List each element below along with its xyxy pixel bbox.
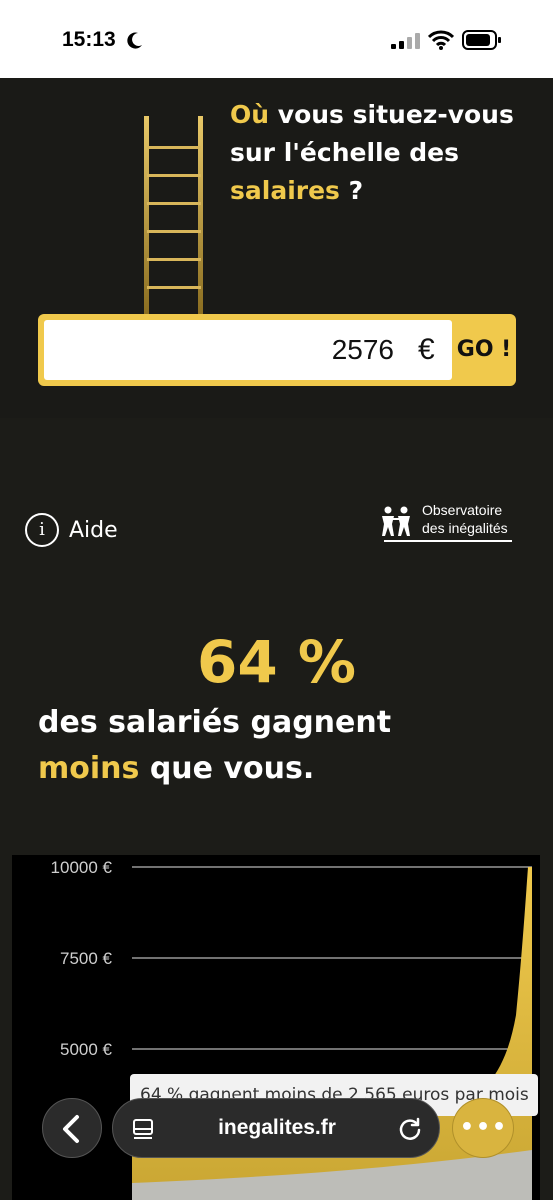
- salary-input-value[interactable]: 2576: [44, 320, 394, 380]
- url-text: inegalites.fr: [218, 1116, 336, 1139]
- ellipsis-icon: •••: [459, 1115, 509, 1140]
- y-tick-label: 10000 €: [51, 858, 113, 877]
- y-tick-label: 7500 €: [60, 949, 113, 968]
- observatoire-logo[interactable]: Observatoire des inégalités: [380, 502, 520, 546]
- address-bar[interactable]: inegalites.fr: [112, 1098, 440, 1158]
- headline-highlight-ou: Où: [230, 100, 270, 129]
- y-tick-label: 5000 €: [60, 1040, 113, 1059]
- headline-text: vous situez-vous sur l'échelle des: [230, 100, 514, 167]
- statement-highlight: moins: [38, 751, 140, 786]
- info-icon: i: [25, 513, 59, 547]
- moon-icon: [127, 32, 142, 49]
- cellular-signal-icon: [391, 33, 420, 49]
- back-button[interactable]: [42, 1098, 102, 1158]
- logo-underline: [384, 540, 512, 542]
- logo-line2: des inégalités: [422, 520, 508, 536]
- logo-line1: Observatoire: [422, 502, 503, 518]
- currency-label: €: [418, 333, 435, 366]
- statement-line1: des salariés gagnent: [38, 705, 392, 740]
- wifi-icon: [428, 30, 454, 50]
- page-headline: Où vous situez-vous sur l'échelle des sa…: [230, 96, 530, 210]
- status-time: 15:13: [62, 28, 116, 51]
- statement-end: que vous.: [139, 751, 315, 786]
- go-button[interactable]: GO !: [456, 320, 512, 380]
- result-statement: des salariés gagnent moins que vous.: [38, 700, 518, 792]
- people-logo-icon: [382, 506, 410, 536]
- status-bar: 15:13: [0, 0, 553, 78]
- help-label: Aide: [69, 517, 118, 543]
- reload-icon[interactable]: [397, 1116, 423, 1142]
- result-percent: 64 %: [196, 628, 357, 696]
- help-link[interactable]: i Aide: [25, 512, 118, 548]
- ladder-illustration: [144, 116, 203, 316]
- battery-icon: [462, 30, 501, 50]
- headline-highlight-salaires: salaires: [230, 176, 340, 205]
- salary-form: 2576 € GO !: [38, 314, 516, 386]
- chevron-left-icon: [63, 1115, 79, 1143]
- headline-question: ?: [339, 176, 364, 205]
- more-button[interactable]: •••: [452, 1098, 514, 1158]
